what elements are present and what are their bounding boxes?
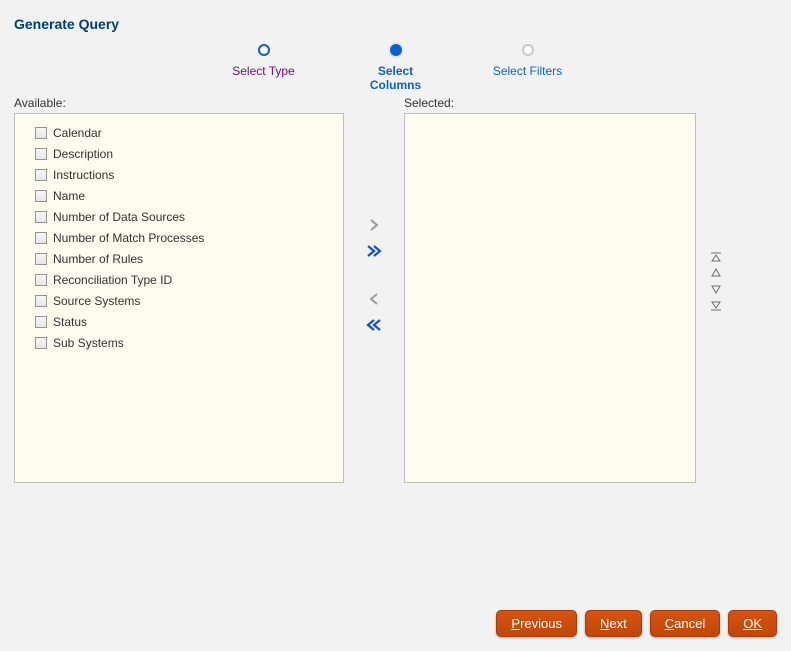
item-label: Sub Systems (53, 336, 124, 350)
item-label: Description (53, 147, 113, 161)
checkbox-icon[interactable] (35, 316, 47, 328)
move-top-button[interactable] (708, 250, 724, 264)
item-label: Source Systems (53, 294, 140, 308)
step-label: Select Columns (356, 64, 436, 92)
double-chevron-left-icon (366, 319, 382, 331)
dialog-title: Generate Query (0, 0, 791, 42)
step-select-type[interactable]: Select Type (224, 44, 304, 92)
reorder-buttons (708, 250, 724, 312)
item-label: Calendar (53, 126, 102, 140)
checkbox-icon[interactable] (35, 148, 47, 160)
checkbox-icon[interactable] (35, 211, 47, 223)
move-bottom-icon (710, 300, 722, 311)
step-select-filters[interactable]: Select Filters (488, 44, 568, 92)
ok-button[interactable]: OK (728, 610, 777, 637)
item-label: Status (53, 315, 87, 329)
item-label: Number of Rules (53, 252, 143, 266)
list-item[interactable]: Calendar (15, 122, 343, 143)
move-all-left-button[interactable] (364, 316, 384, 334)
previous-button[interactable]: Previous (496, 610, 577, 637)
step-select-columns[interactable]: Select Columns (356, 44, 436, 92)
radio-icon (258, 44, 270, 56)
list-item[interactable]: Status (15, 311, 343, 332)
checkbox-icon[interactable] (35, 253, 47, 265)
selected-label: Selected: (404, 96, 696, 110)
radio-icon (522, 44, 534, 56)
item-label: Number of Match Processes (53, 231, 204, 245)
list-item[interactable]: Reconciliation Type ID (15, 269, 343, 290)
transfer-buttons (344, 216, 404, 334)
selected-listbox[interactable] (404, 113, 696, 483)
checkbox-icon[interactable] (35, 169, 47, 181)
list-item[interactable]: Number of Data Sources (15, 206, 343, 227)
chevron-left-icon (368, 293, 380, 305)
item-label: Reconciliation Type ID (53, 273, 172, 287)
checkbox-icon[interactable] (35, 190, 47, 202)
move-left-button[interactable] (364, 290, 384, 308)
checkbox-icon[interactable] (35, 295, 47, 307)
item-label: Instructions (53, 168, 114, 182)
list-item[interactable]: Number of Match Processes (15, 227, 343, 248)
chevron-right-icon (368, 219, 380, 231)
list-item[interactable]: Number of Rules (15, 248, 343, 269)
move-up-icon (710, 268, 722, 278)
list-item[interactable]: Description (15, 143, 343, 164)
available-label: Available: (14, 96, 344, 110)
move-all-right-button[interactable] (364, 242, 384, 260)
item-label: Name (53, 189, 85, 203)
cancel-button[interactable]: Cancel (650, 610, 720, 637)
list-item[interactable]: Source Systems (15, 290, 343, 311)
checkbox-icon[interactable] (35, 127, 47, 139)
double-chevron-right-icon (366, 245, 382, 257)
list-item[interactable]: Instructions (15, 164, 343, 185)
wizard-steps: Select Type Select Columns Select Filter… (0, 44, 791, 92)
list-item[interactable]: Name (15, 185, 343, 206)
move-up-button[interactable] (708, 266, 724, 280)
move-top-icon (710, 252, 722, 263)
step-label: Select Filters (493, 64, 562, 78)
step-label: Select Type (232, 64, 294, 78)
move-right-button[interactable] (364, 216, 384, 234)
item-label: Number of Data Sources (53, 210, 185, 224)
radio-icon (390, 44, 402, 56)
checkbox-icon[interactable] (35, 274, 47, 286)
next-button[interactable]: Next (585, 610, 642, 637)
available-listbox[interactable]: Calendar Description Instructions Name Numbe… (14, 113, 344, 483)
move-bottom-button[interactable] (708, 298, 724, 312)
checkbox-icon[interactable] (35, 337, 47, 349)
checkbox-icon[interactable] (35, 232, 47, 244)
dialog-footer: Previous Next Cancel OK (496, 610, 777, 637)
move-down-button[interactable] (708, 282, 724, 296)
list-item[interactable]: Sub Systems (15, 332, 343, 353)
move-down-icon (710, 284, 722, 294)
